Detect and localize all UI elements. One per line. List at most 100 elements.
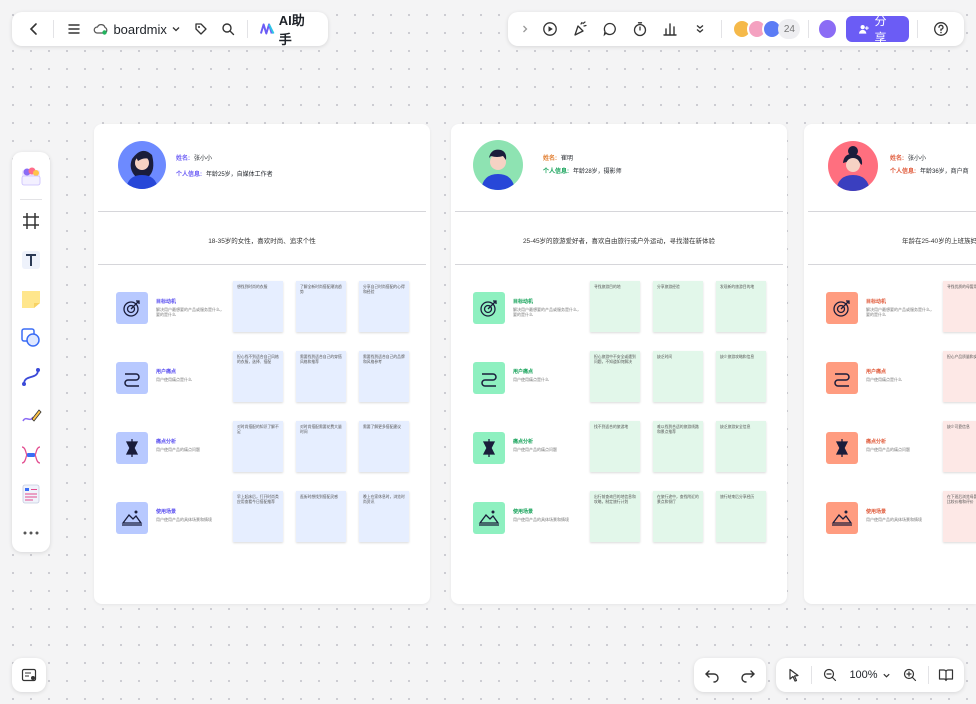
- zoom-toolbar: 100%: [776, 658, 964, 692]
- divider: [811, 666, 813, 684]
- more-chevron-icon[interactable]: [685, 15, 715, 43]
- row-desc: 用户使用产品的痛点问题: [513, 447, 557, 452]
- row-desc: 用户使用产品的具体场景和情境: [866, 517, 922, 522]
- row-title: 目标动机: [866, 299, 887, 305]
- sticky-note[interactable]: 缺少可靠信息: [943, 421, 976, 472]
- book-map-icon[interactable]: [933, 661, 960, 689]
- sticky-note[interactable]: 晚上在家休息时，浏览时尚资讯: [359, 491, 409, 542]
- sticky-note[interactable]: 分享自己时尚搭配的心得和经验: [359, 281, 409, 332]
- vote-icon[interactable]: [655, 15, 685, 43]
- chevron-right-icon[interactable]: [516, 15, 535, 43]
- sticky-note[interactable]: 需要找到适合自己的品牌和风格参考: [359, 351, 409, 402]
- persona-avatar: [473, 140, 523, 190]
- minimap-button[interactable]: [12, 658, 46, 692]
- sticky-note[interactable]: 早上起床后，打开时尚类应用查看今日搭配推荐: [233, 491, 283, 542]
- sticky-note[interactable]: 寻找旅游目的地: [590, 281, 640, 332]
- redo-icon[interactable]: [740, 667, 756, 683]
- timer-icon[interactable]: [625, 15, 655, 43]
- sticky-note[interactable]: 担心旅游中不安全或遇到问题，不知道如何解决: [590, 351, 640, 402]
- undo-icon[interactable]: [704, 667, 720, 683]
- table-icon[interactable]: [12, 474, 50, 513]
- persona-info: 个人信息: 年龄36岁，商户商: [890, 169, 969, 175]
- sticky-note[interactable]: 需要了解更多搭配建议: [359, 421, 409, 472]
- collaborators[interactable]: 24: [732, 19, 801, 39]
- divider: [98, 264, 426, 265]
- sticky-note[interactable]: 对时尚搭配需要花费大量时间: [296, 421, 346, 472]
- sticky-note[interactable]: 缺少旅游攻略和信息: [716, 351, 766, 402]
- tag-icon[interactable]: [187, 15, 214, 43]
- menu-icon[interactable]: [60, 15, 87, 43]
- ai-assistant-button[interactable]: AI助手: [254, 10, 320, 48]
- share-label: 分享: [874, 14, 887, 45]
- sticky-note[interactable]: 寻找优质的母婴用品: [943, 281, 976, 332]
- mindmap-icon[interactable]: [12, 435, 50, 474]
- sticky-note-icon[interactable]: [12, 280, 50, 319]
- sticky-note[interactable]: 发现新的旅游目的地: [716, 281, 766, 332]
- connector-icon[interactable]: [12, 358, 50, 397]
- sticky-note[interactable]: 缺乏时间: [653, 351, 703, 402]
- sticky-note[interactable]: 分享旅游经验: [653, 281, 703, 332]
- present-icon[interactable]: [535, 15, 565, 43]
- sticky-note[interactable]: 想找到时尚的衣服: [233, 281, 283, 332]
- persona-name: 姓名: 张小小: [176, 156, 213, 162]
- zoom-out-icon[interactable]: [816, 661, 843, 689]
- file-menu-button[interactable]: boardmix: [87, 22, 186, 37]
- sticky-note[interactable]: 在旅行途中，查找附近的景点和餐厅: [653, 491, 703, 542]
- add-user-icon: [859, 24, 870, 34]
- template-icon[interactable]: [12, 158, 50, 197]
- comment-icon[interactable]: [595, 15, 625, 43]
- zoom-level-select[interactable]: 100%: [843, 669, 896, 681]
- persona-info: 个人信息: 年龄25岁，自媒体工作者: [176, 172, 273, 178]
- filter-icon: [826, 432, 858, 464]
- search-icon[interactable]: [214, 15, 241, 43]
- back-icon[interactable]: [20, 15, 47, 43]
- filter-icon: [473, 432, 505, 464]
- help-icon[interactable]: [926, 15, 956, 43]
- landscape-icon: [116, 502, 148, 534]
- row-desc: 解决用户最想要的产品或服务是什么，要的是什么: [866, 307, 934, 317]
- sticky-note[interactable]: 对时尚搭配的知识了解不足: [233, 421, 283, 472]
- persona-card[interactable]: 姓名: 崔明 个人信息: 年龄28岁，摄影师 25-45岁的旅游爱好者，喜欢自由旅行…: [451, 124, 787, 604]
- persona-avatar: [828, 141, 878, 191]
- sticky-note[interactable]: 了解全新时尚搭配潮流趋势: [296, 281, 346, 332]
- sticky-note[interactable]: 找不到适合的旅游地: [590, 421, 640, 472]
- zoom-in-icon[interactable]: [897, 661, 924, 689]
- shape-icon[interactable]: [12, 319, 50, 358]
- chevron-down-icon: [172, 27, 180, 32]
- row-title: 痛点分析: [156, 439, 177, 445]
- sticky-note[interactable]: 担心找不到适合自己风格的衣服，选择、搭配: [233, 351, 283, 402]
- sticky-note[interactable]: 逛街时想找到搭配灵感: [296, 491, 346, 542]
- celebrate-icon[interactable]: [565, 15, 595, 43]
- divider: [247, 20, 249, 38]
- select-cursor-icon[interactable]: [780, 661, 807, 689]
- row-title: 用户痛点: [156, 369, 177, 375]
- sticky-note[interactable]: 出行前查询目的地信息和攻略，制定旅行计划: [590, 491, 640, 542]
- sticky-note[interactable]: 担心产品质量和安全问题: [943, 351, 976, 402]
- frame-icon[interactable]: [12, 202, 50, 241]
- divider: [808, 211, 976, 212]
- persona-summary: 年龄在25-40岁的上班族妈妈，: [902, 238, 976, 245]
- persona-avatar: [118, 141, 166, 189]
- current-user-avatar[interactable]: [817, 18, 839, 40]
- sticky-note[interactable]: 需要找到适合自己的穿搭风格和推荐: [296, 351, 346, 402]
- divider: [455, 211, 783, 212]
- persona-card[interactable]: 姓名:张小小 个人信息:年龄36岁，商户商 年龄在25-40岁的上班族妈妈， 目…: [804, 124, 976, 604]
- divider: [20, 198, 42, 200]
- share-button[interactable]: 分享: [846, 14, 909, 45]
- row-desc: 用户使用产品的具体场景和情境: [156, 517, 212, 522]
- sticky-note[interactable]: 在下班后浏览母婴用品，比较价格和评价: [943, 491, 976, 542]
- persona-info: 个人信息: 年龄28岁，摄影师: [543, 169, 622, 175]
- row-title: 用户痛点: [866, 369, 887, 375]
- chevron-down-icon: [882, 673, 890, 678]
- sticky-note[interactable]: 难以找到合适的旅游线路和景点推荐: [653, 421, 703, 472]
- app-name: boardmix: [113, 21, 167, 37]
- persona-card[interactable]: 姓名: 张小小 个人信息: 年龄25岁，自媒体工作者 18-35岁的女性，喜欢时尚、…: [94, 124, 430, 604]
- top-left-toolbar: boardmix AI助手: [12, 10, 328, 48]
- sticky-note[interactable]: 旅行结束后分享经历: [716, 491, 766, 542]
- pen-icon[interactable]: [12, 396, 50, 435]
- landscape-icon: [473, 502, 505, 534]
- sticky-note[interactable]: 缺乏旅游安全信息: [716, 421, 766, 472]
- row-title: 痛点分析: [513, 439, 534, 445]
- text-icon[interactable]: [12, 241, 50, 280]
- more-icon[interactable]: [12, 513, 50, 552]
